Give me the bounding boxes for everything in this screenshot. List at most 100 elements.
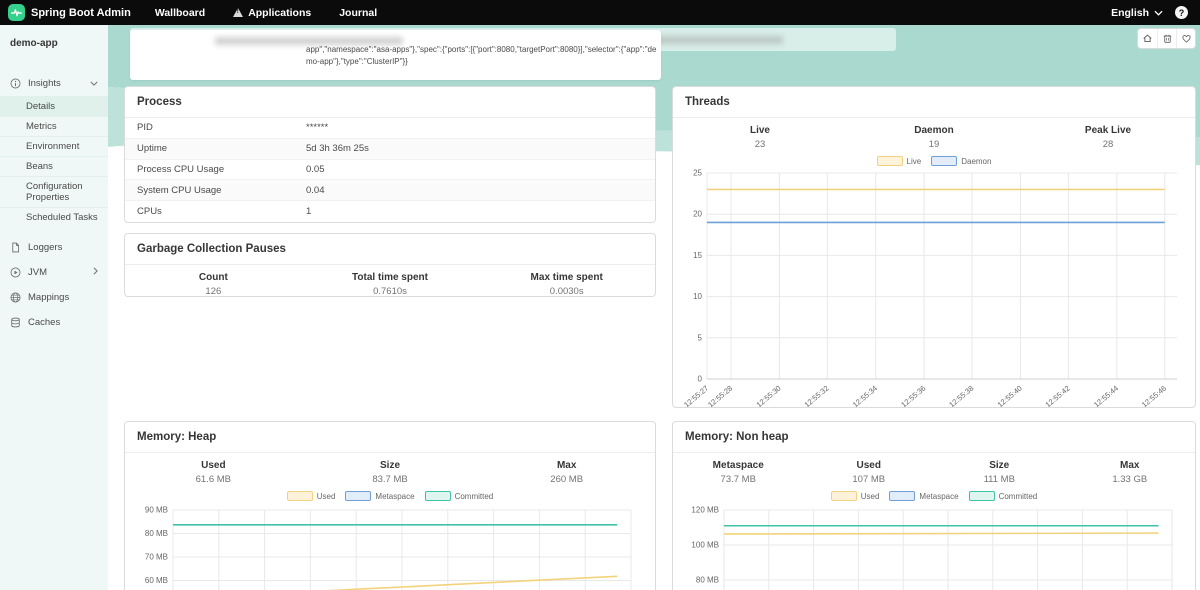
heap-size: Size 83.7 MB	[302, 460, 479, 485]
table-row: Uptime 5d 3h 36m 25s	[125, 139, 655, 160]
legend-label: Live	[907, 157, 922, 166]
svg-text:12:55:30: 12:55:30	[755, 384, 783, 408]
trash-icon	[1162, 33, 1173, 44]
sidebar: demo-app Insights Details Metrics Enviro…	[0, 25, 108, 590]
instance-metadata-panel: app","namespace":"asa-apps"},"spec":{"po…	[130, 30, 661, 80]
favorite-button[interactable]	[1176, 29, 1195, 48]
memory-nonheap-legend[interactable]: Used Metaspace Committed	[673, 488, 1195, 502]
table-row: CPUs 1	[125, 201, 655, 222]
memory-nonheap-chart: 120 MB100 MB80 MB	[673, 502, 1195, 590]
table-row: System CPU Usage 0.04	[125, 180, 655, 201]
top-nav: Spring Boot Admin Wallboard Applications…	[0, 0, 1200, 25]
legend-item-metaspace[interactable]: Metaspace	[345, 491, 414, 501]
memory-heap-card-title: Memory: Heap	[125, 422, 655, 453]
legend-swatch	[831, 491, 857, 501]
svg-text:5: 5	[698, 333, 703, 342]
legend-item-committed[interactable]: Committed	[969, 491, 1038, 501]
threads-stats: Live 23 Daemon 19 Peak Live 28	[673, 118, 1195, 153]
sidebar-item-metrics[interactable]: Metrics	[0, 116, 108, 136]
info-circle-icon	[10, 78, 21, 89]
series-used	[724, 533, 1159, 534]
sidebar-item-insights[interactable]: Insights	[0, 71, 108, 96]
legend-label: Used	[861, 492, 880, 501]
brand-title: Spring Boot Admin	[31, 7, 131, 19]
sidebar-item-environment[interactable]: Environment	[0, 136, 108, 156]
legend-item-live[interactable]: Live	[877, 156, 922, 166]
svg-text:15: 15	[693, 251, 702, 260]
file-icon	[10, 242, 21, 253]
table-row: PID ******	[125, 118, 655, 139]
instance-metadata-json: app","namespace":"asa-apps"},"spec":{"po…	[306, 44, 658, 69]
svg-text:12:55:28: 12:55:28	[706, 384, 734, 408]
sidebar-item-caches[interactable]: Caches	[0, 310, 108, 335]
chevron-down-icon	[1154, 10, 1163, 16]
svg-text:80 MB: 80 MB	[145, 529, 168, 538]
memory-heap-legend[interactable]: Used Metaspace Committed	[125, 488, 655, 502]
heap-used: Used 61.6 MB	[125, 460, 302, 485]
memory-heap-plot: 90 MB80 MB70 MB60 MB50 MB	[135, 502, 645, 590]
threads-live: Live 23	[673, 125, 847, 150]
legend-swatch	[287, 491, 313, 501]
instance-actions	[1137, 28, 1196, 49]
app-name: demo-app	[0, 25, 108, 59]
legend-swatch	[877, 156, 903, 166]
process-card: Process PID ****** Uptime 5d 3h 36m 25s …	[124, 86, 656, 223]
nonheap-max: Max 1.33 GB	[1065, 460, 1196, 485]
threads-chart: 12:55:2712:55:2812:55:3012:55:3212:55:34…	[673, 167, 1195, 408]
threads-card-title: Threads	[673, 87, 1195, 118]
nav-journal[interactable]: Journal	[325, 0, 391, 25]
legend-item-committed[interactable]: Committed	[425, 491, 494, 501]
svg-text:12:55:34: 12:55:34	[851, 384, 879, 408]
legend-swatch	[931, 156, 957, 166]
legend-item-used[interactable]: Used	[287, 491, 336, 501]
gc-pauses-card: Garbage Collection Pauses Count 126 Tota…	[124, 233, 656, 297]
sidebar-item-loggers[interactable]: Loggers	[0, 235, 108, 260]
memory-nonheap-plot: 120 MB100 MB80 MB	[682, 502, 1186, 590]
nav-applications[interactable]: Applications	[219, 0, 325, 25]
svg-text:60 MB: 60 MB	[145, 576, 168, 585]
shutdown-trash-button[interactable]	[1157, 29, 1176, 48]
series-used	[173, 576, 617, 590]
legend-item-metaspace[interactable]: Metaspace	[889, 491, 958, 501]
svg-text:12:55:36: 12:55:36	[899, 384, 927, 408]
threads-plot: 12:55:2712:55:2812:55:3012:55:3212:55:34…	[681, 167, 1187, 408]
sidebar-item-details[interactable]: Details	[0, 96, 108, 116]
legend-swatch	[969, 491, 995, 501]
memory-heap-chart: 90 MB80 MB70 MB60 MB50 MB	[125, 502, 655, 590]
home-button[interactable]	[1138, 29, 1157, 48]
legend-label: Committed	[999, 492, 1038, 501]
globe-icon	[10, 292, 21, 303]
svg-text:100 MB: 100 MB	[691, 541, 719, 550]
brand[interactable]: Spring Boot Admin	[0, 4, 141, 21]
legend-swatch	[425, 491, 451, 501]
language-selector[interactable]: English	[1111, 7, 1163, 19]
warning-triangle-icon	[233, 8, 243, 17]
legend-swatch	[345, 491, 371, 501]
legend-item-used[interactable]: Used	[831, 491, 880, 501]
gc-card-title: Garbage Collection Pauses	[125, 234, 655, 265]
nonheap-metaspace: Metaspace 73.7 MB	[673, 460, 804, 485]
help-button[interactable]: ?	[1175, 6, 1188, 19]
legend-item-daemon[interactable]: Daemon	[931, 156, 991, 166]
sidebar-item-jvm[interactable]: JVM	[0, 260, 108, 285]
svg-text:25: 25	[693, 169, 702, 178]
sidebar-item-scheduled-tasks[interactable]: Scheduled Tasks	[0, 207, 108, 227]
svg-text:10: 10	[693, 292, 702, 301]
gc-total-time: Total time spent 0.7610s	[302, 272, 479, 297]
legend-label: Used	[317, 492, 336, 501]
legend-label: Committed	[455, 492, 494, 501]
sidebar-item-mappings[interactable]: Mappings	[0, 285, 108, 310]
nav-wallboard[interactable]: Wallboard	[141, 0, 219, 25]
legend-swatch	[889, 491, 915, 501]
process-card-title: Process	[125, 87, 655, 118]
sidebar-item-beans[interactable]: Beans	[0, 156, 108, 176]
svg-text:12:55:38: 12:55:38	[947, 384, 975, 408]
chevron-down-icon	[90, 78, 98, 89]
svg-text:12:55:46: 12:55:46	[1140, 384, 1168, 408]
svg-text:90 MB: 90 MB	[145, 506, 168, 515]
home-icon	[1142, 33, 1153, 44]
threads-legend[interactable]: Live Daemon	[673, 153, 1195, 167]
gc-count: Count 126	[125, 272, 302, 297]
sidebar-item-configuration-properties[interactable]: Configuration Properties	[0, 176, 108, 207]
heart-icon	[1181, 33, 1192, 44]
